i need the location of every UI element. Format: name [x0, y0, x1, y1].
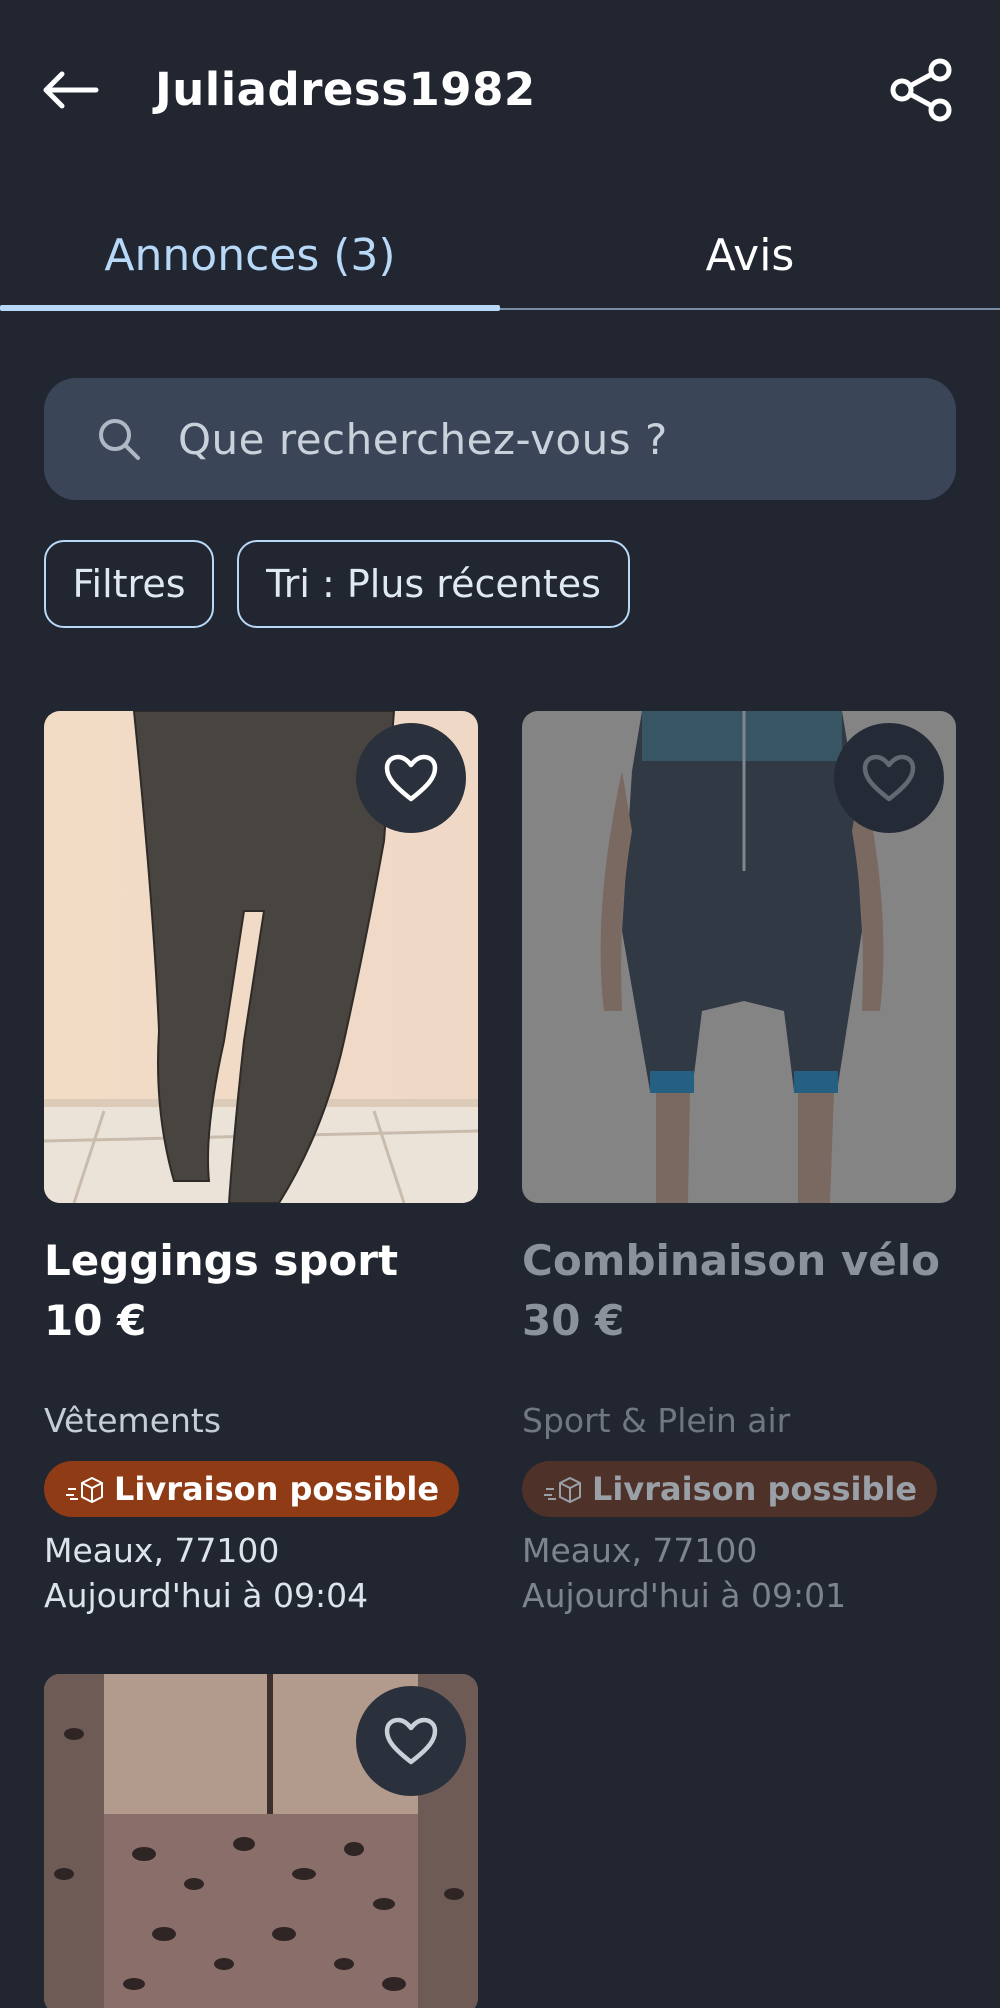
heart-icon [384, 754, 438, 802]
delivery-badge: Livraison possible [44, 1461, 460, 1517]
share-icon [890, 58, 952, 122]
search-input[interactable] [178, 378, 918, 500]
heart-icon [384, 1717, 438, 1765]
sort-button[interactable]: Tri : Plus récentes [237, 540, 630, 628]
listing-card[interactable] [44, 1674, 478, 2008]
active-tab-indicator [0, 305, 500, 311]
tab-bar: Annonces (3) Avis [0, 200, 1000, 312]
listing-photo[interactable] [44, 1674, 478, 2008]
listing-category: Vêtements [44, 1401, 222, 1440]
listing-date: Aujourd'hui à 09:04 [44, 1576, 369, 1615]
arrow-left-icon [43, 71, 99, 109]
package-delivery-icon [544, 1476, 581, 1503]
filters-button[interactable]: Filtres [44, 540, 214, 628]
listing-photo[interactable] [522, 711, 956, 1203]
listing-location: Meaux, 77100 [44, 1531, 280, 1570]
delivery-badge-label: Livraison possible [592, 1470, 918, 1508]
listing-price: 10 € [44, 1296, 147, 1345]
search-bar[interactable] [44, 378, 956, 500]
listing-title: Combinaison vélo [522, 1236, 941, 1285]
page-title: Juliadress1982 [155, 63, 536, 116]
favorite-button[interactable] [356, 723, 466, 833]
back-button[interactable] [40, 60, 116, 120]
listing-date: Aujourd'hui à 09:01 [522, 1576, 847, 1615]
listing-location: Meaux, 77100 [522, 1531, 758, 1570]
tab-annonces[interactable]: Annonces (3) [0, 200, 500, 310]
package-delivery-icon [66, 1476, 103, 1503]
listing-photo[interactable] [44, 711, 478, 1203]
share-button[interactable] [888, 56, 956, 124]
heart-icon [862, 754, 916, 802]
delivery-badge-label: Livraison possible [114, 1470, 440, 1508]
favorite-button[interactable] [834, 723, 944, 833]
search-icon [99, 419, 140, 460]
tab-avis[interactable]: Avis [500, 200, 1000, 310]
delivery-badge: Livraison possible [522, 1461, 938, 1517]
seller-profile-page: Juliadress1982 Annonces (3) Avis Filtres… [0, 0, 1000, 2008]
favorite-button[interactable] [356, 1686, 466, 1796]
listing-price: 30 € [522, 1296, 625, 1345]
listing-category: Sport & Plein air [522, 1401, 791, 1440]
top-app-bar: Juliadress1982 [0, 0, 1000, 180]
listing-title: Leggings sport [44, 1236, 399, 1285]
